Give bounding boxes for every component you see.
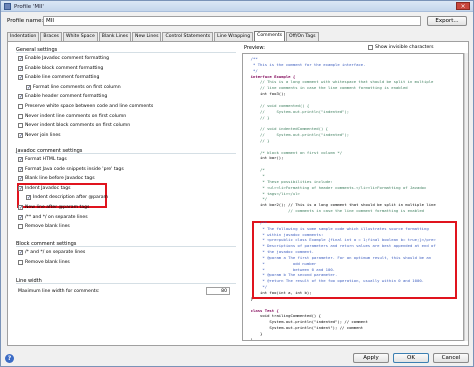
window-title: Profile 'MII'	[14, 4, 44, 10]
preview-pane: Preview: Show invisible characters /** *…	[242, 44, 468, 344]
checkbox[interactable]: ✓	[26, 84, 31, 90]
code-line: // }	[246, 137, 270, 143]
show-invisible-box[interactable]	[368, 45, 373, 50]
checkbox[interactable]: ✓	[18, 94, 23, 100]
checkbox[interactable]: ✓	[18, 176, 23, 182]
help-icon[interactable]: ?	[5, 354, 14, 363]
javadoc-settings-divider	[16, 153, 236, 154]
checkbox-label: Never join lines	[25, 132, 61, 138]
apply-button[interactable]: Apply	[353, 353, 389, 363]
checkbox-label: Enable line comment formatting	[25, 75, 100, 81]
export-button[interactable]: Export...	[427, 16, 467, 26]
checkbox[interactable]: ✓	[18, 205, 23, 211]
button-bar: ? Apply OK Cancel	[1, 351, 473, 366]
checkbox[interactable]: ✓	[18, 132, 23, 138]
checkbox-label: New line after @param tags	[25, 205, 90, 210]
profile-dialog: Profile 'MII' × Profile name: MII Export…	[0, 0, 474, 367]
code-line: int foo(int a, int b);	[246, 290, 312, 295]
tab-white-space[interactable]: White Space	[62, 32, 98, 41]
tab-indentation[interactable]: Indentation	[7, 32, 40, 41]
checkbox[interactable]	[18, 259, 23, 265]
checkbox-label: Indent description after @param	[33, 195, 109, 201]
checkbox-label: Preserve white space between code and li…	[25, 104, 154, 109]
checkbox-label: Format Java code snippets inside 'pre' t…	[25, 166, 124, 172]
checkbox[interactable]: ✓	[18, 65, 23, 71]
cancel-button[interactable]: Cancel	[433, 353, 469, 363]
tab-strip: Indentation Braces White Space Blank Lines N…	[7, 31, 320, 41]
checkbox[interactable]: ✓	[26, 195, 31, 201]
checkbox[interactable]: ✓	[18, 157, 23, 163]
code-line: System.out.println("indent"); // comment	[246, 325, 364, 331]
checkbox[interactable]: ✓	[18, 185, 23, 191]
code-line: int foo3();	[246, 91, 286, 97]
checkbox[interactable]: ✓	[18, 75, 23, 81]
checkbox-label: Enable block comment formatting	[25, 65, 104, 71]
checkbox-label: /* and */ on separate lines	[25, 250, 86, 255]
show-invisible-label: Show invisible characters	[375, 45, 434, 50]
code-line: // }	[246, 114, 270, 120]
checkbox[interactable]: ✓	[18, 214, 23, 220]
checkbox[interactable]: ✓	[18, 250, 23, 256]
ok-button[interactable]: OK	[393, 353, 429, 363]
checkbox-label: Format line comments on first column	[33, 84, 121, 90]
checkbox[interactable]	[18, 113, 23, 119]
profile-name-field[interactable]: MII	[43, 16, 421, 26]
comments-panel: General settings Javadoc comment setting…	[7, 41, 469, 346]
checkbox-label: Format HTML tags	[25, 157, 67, 162]
profile-name-label: Profile name:	[7, 18, 44, 24]
code-line: // comments in case the line comment for…	[246, 208, 425, 214]
checkbox[interactable]	[18, 104, 23, 109]
checkbox-label: Never indent line comments on first colu…	[25, 113, 127, 119]
tab-blank-lines[interactable]: Blank Lines	[98, 32, 132, 41]
code-line: * This is the comment for the example in…	[246, 61, 366, 67]
tab-line-wrapping[interactable]: Line Wrapping	[214, 32, 254, 41]
tab-off-on-tags[interactable]: Off/On Tags	[286, 32, 319, 41]
app-icon	[4, 3, 11, 10]
line-width-input[interactable]: 80	[206, 287, 230, 295]
profile-name-row: Profile name: MII Export...	[5, 16, 471, 26]
code-line: }	[246, 295, 254, 301]
checkbox-label: Never indent block comments on first col…	[25, 123, 131, 129]
tab-control-statements[interactable]: Control Statements	[162, 32, 214, 41]
code-preview[interactable]: /** * This is the comment for the exampl…	[242, 53, 464, 341]
checkbox-label: Remove blank lines	[25, 259, 70, 265]
preview-scrollbar[interactable]	[464, 53, 468, 341]
checkbox-label: Blank line before Javadoc tags	[25, 176, 95, 182]
tab-new-lines[interactable]: New Lines	[132, 32, 162, 41]
title-bar: Profile 'MII' ×	[1, 1, 473, 12]
checkbox-label: Enable Javadoc comment formatting	[25, 56, 110, 61]
checkbox-label: Indent Javadoc tags	[25, 185, 71, 191]
checkbox-label: Remove blank lines	[25, 224, 70, 230]
close-button[interactable]: ×	[456, 2, 470, 10]
checkbox[interactable]: ✓	[18, 166, 23, 172]
checkbox-label: /** and */ on separate lines	[25, 214, 88, 220]
line-width-label: Maximum line width for comments:	[18, 289, 100, 294]
code-line: int bar();	[246, 155, 284, 161]
line-width-divider	[16, 283, 236, 284]
code-line: }	[246, 336, 254, 341]
general-settings-divider	[16, 52, 236, 53]
tab-braces[interactable]: Braces	[40, 32, 62, 41]
tab-comments[interactable]: Comments	[254, 31, 286, 41]
checkbox[interactable]: ✓	[18, 56, 23, 62]
checkbox[interactable]	[18, 224, 23, 230]
checkbox[interactable]	[18, 123, 23, 129]
block-settings-divider	[16, 246, 236, 247]
settings-pane: General settings Javadoc comment setting…	[10, 44, 238, 344]
preview-label: Preview:	[244, 45, 265, 51]
code-line: * @return The result of the foo operatio…	[246, 278, 425, 284]
checkbox-label: Enable header comment formatting	[25, 94, 108, 100]
